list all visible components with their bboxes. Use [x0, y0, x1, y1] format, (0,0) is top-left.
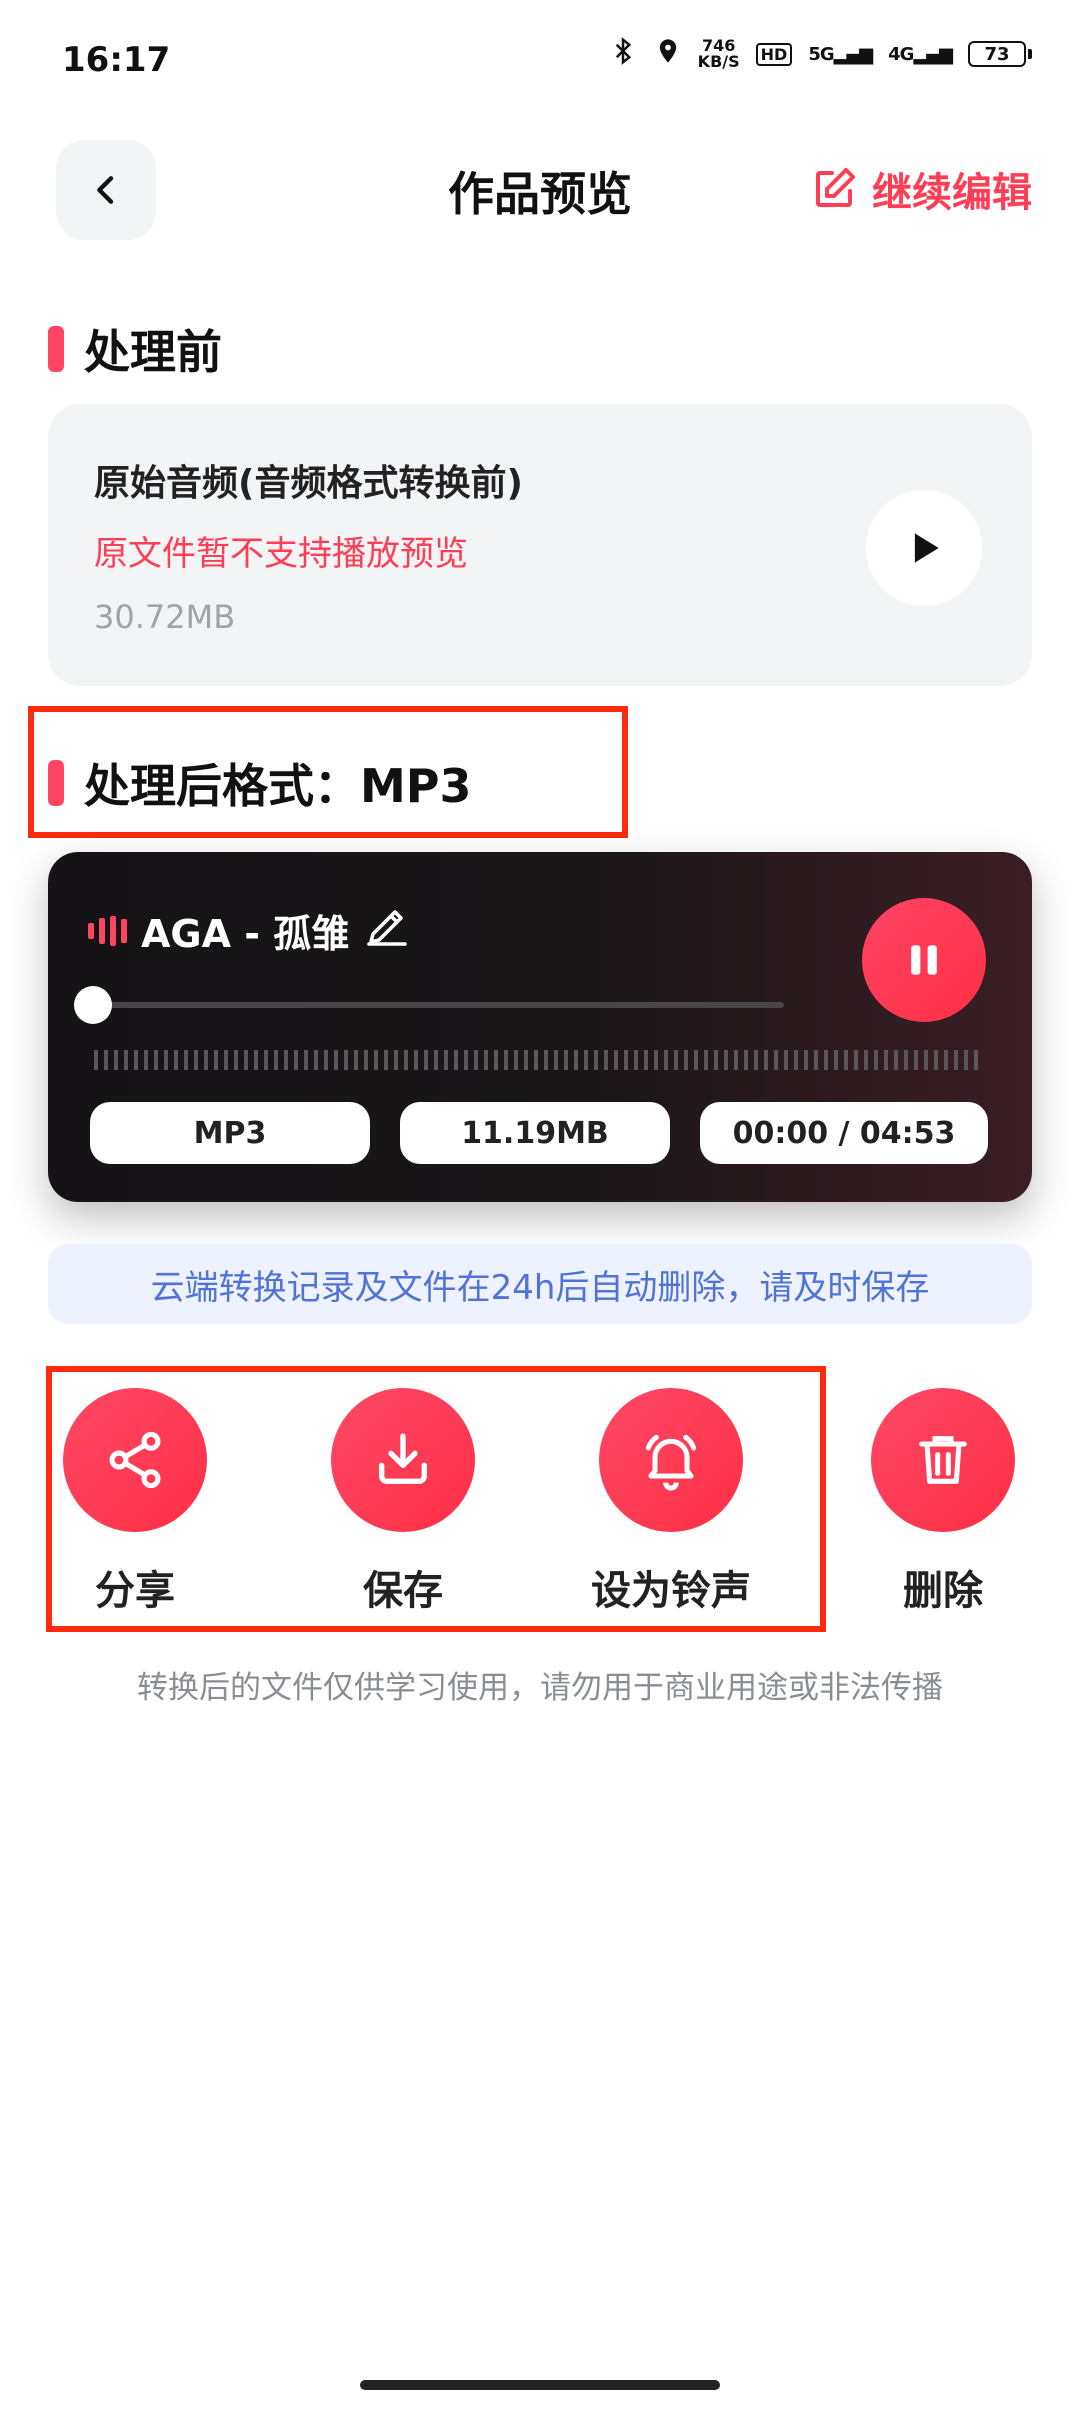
bluetooth-icon	[608, 36, 638, 72]
share-button[interactable]: 分享	[35, 1388, 235, 1616]
net-speed-unit: KB/S	[697, 52, 740, 71]
pencil-icon	[367, 910, 408, 946]
waveform	[94, 1050, 984, 1070]
share-icon	[109, 1431, 161, 1489]
trash-icon	[919, 1436, 967, 1484]
ringtone-circle	[599, 1388, 743, 1532]
delete-circle	[871, 1388, 1015, 1532]
pause-button[interactable]	[862, 898, 986, 1022]
after-heading-label: 处理后格式：MP3	[84, 759, 472, 813]
time-chip: 00:00 / 04:53	[700, 1102, 988, 1164]
location-icon	[654, 36, 682, 72]
ringtone-label: 设为铃声	[591, 1568, 751, 1614]
size-chip: 11.19MB	[400, 1102, 670, 1164]
after-heading: 处理后格式：MP3	[48, 750, 472, 816]
share-circle	[63, 1388, 207, 1532]
section-marker	[48, 760, 64, 806]
original-audio-title: 原始音频(音频格式转换前)	[94, 463, 523, 504]
set-ringtone-button[interactable]: 设为铃声	[571, 1388, 771, 1616]
track-name: AGA - 孤雏	[141, 912, 350, 956]
home-indicator[interactable]	[360, 2380, 720, 2390]
delete-label: 删除	[903, 1568, 983, 1614]
hd-badge: HD	[755, 42, 793, 66]
progress-knob[interactable]	[74, 986, 112, 1024]
signal-5g-icon: 5G▂▄▆	[808, 43, 873, 65]
battery-icon: 73	[968, 41, 1032, 67]
play-original-button[interactable]	[866, 490, 982, 606]
signal-4g-icon: 4G▂▄▆	[888, 43, 953, 65]
share-label: 分享	[95, 1568, 175, 1614]
save-label: 保存	[363, 1568, 443, 1614]
edit-icon	[816, 168, 855, 207]
pause-icon	[911, 945, 937, 975]
download-icon	[379, 1433, 427, 1484]
continue-edit-button[interactable]: 继续编辑	[810, 160, 1032, 218]
before-heading-label: 处理前	[84, 325, 222, 379]
before-heading: 处理前	[48, 316, 222, 382]
save-circle	[331, 1388, 475, 1532]
usage-disclaimer: 转换后的文件仅供学习使用，请勿用于商业用途或非法传播	[137, 1670, 943, 1706]
rename-track-button[interactable]	[363, 902, 411, 959]
alarm-bell-icon	[645, 1434, 697, 1491]
equalizer-icon	[88, 915, 127, 946]
save-button[interactable]: 保存	[303, 1388, 503, 1616]
original-audio-card: 原始音频(音频格式转换前) 原文件暂不支持播放预览 30.72MB	[48, 404, 1032, 686]
play-icon	[914, 533, 939, 563]
battery-level: 73	[968, 41, 1026, 67]
auto-delete-notice: 云端转换记录及文件在24h后自动删除，请及时保存	[48, 1244, 1032, 1324]
format-chip: MP3	[90, 1102, 370, 1164]
progress-track[interactable]	[94, 1002, 784, 1008]
original-audio-size: 30.72MB	[94, 598, 236, 636]
status-time: 16:17	[62, 40, 171, 80]
section-marker	[48, 326, 64, 372]
continue-edit-label: 继续编辑	[872, 170, 1032, 216]
original-audio-note: 原文件暂不支持播放预览	[94, 534, 468, 574]
status-icons: 746 KB/S HD 5G▂▄▆ 4G▂▄▆ 73	[608, 36, 1032, 72]
track-row: AGA - 孤雏	[88, 902, 411, 959]
audio-player-card: AGA - 孤雏 MP3 11.19MB 00:00 / 04:53	[48, 852, 1032, 1202]
net-speed-indicator: 746 KB/S	[698, 38, 740, 70]
delete-button[interactable]: 删除	[843, 1388, 1043, 1616]
